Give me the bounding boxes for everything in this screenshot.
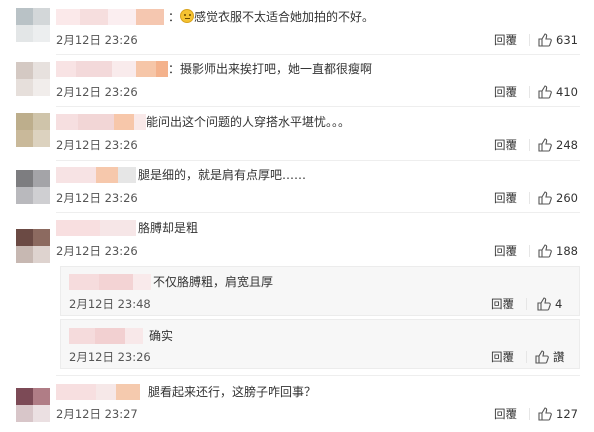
divider (529, 86, 530, 98)
like-button[interactable]: 127 (538, 405, 578, 423)
like-button[interactable]: 410 (538, 83, 578, 101)
comment-line: 不仅胳膊粗，肩宽且厚 (69, 272, 273, 292)
thumbs-up-icon (538, 138, 552, 152)
username-pixelated[interactable] (56, 112, 146, 132)
avatar[interactable] (16, 229, 50, 263)
like-button[interactable]: 4 (537, 295, 562, 313)
thumbs-up-icon (538, 191, 552, 205)
comment-text: 胳膊却是粗 (138, 221, 199, 235)
reply-button[interactable]: 回覆 (494, 136, 517, 154)
smiley-emoji-icon (180, 9, 195, 23)
reply-button[interactable]: 回覆 (494, 83, 517, 101)
like-count: 127 (556, 407, 578, 421)
username-pixelated[interactable] (56, 59, 168, 79)
username-pixelated[interactable] (56, 382, 148, 402)
comment-line: ： 感觉衣服不太适合她加拍的不好。 (56, 7, 374, 27)
thumbs-up-icon (537, 297, 551, 311)
thumbs-up-icon (538, 407, 552, 421)
comment-date: 2月12日 23:48 (69, 297, 151, 311)
comment-prefix: ： (168, 10, 181, 24)
sub-reply: 不仅胳膊粗，肩宽且厚 2月12日 23:48 回覆 4 (60, 266, 580, 316)
comment-date: 2月12日 23:26 (56, 244, 138, 258)
divider (529, 408, 530, 420)
reply-button[interactable]: 回覆 (491, 295, 514, 313)
comment-line: 腿看起来还行，这膀子咋回事？ (56, 382, 316, 402)
divider (529, 34, 530, 46)
comment-line: 能问出这个问题的人穿搭水平堪忧。。。 (56, 112, 350, 132)
like-count: 讚 (553, 350, 565, 364)
comment-text: 不仅胳膊粗，肩宽且厚 (153, 275, 274, 289)
divider (56, 54, 580, 55)
comment-date: 2月12日 23:26 (56, 33, 138, 47)
comment-date: 2月12日 23:27 (56, 407, 138, 421)
divider (56, 160, 580, 161)
comment-text: 能问出这个问题的人穿搭水平堪忧。。。 (146, 115, 351, 129)
comment-text: 腿看起来还行，这膀子咋回事？ (148, 385, 317, 399)
like-count: 188 (556, 244, 578, 258)
like-count: 631 (556, 33, 578, 47)
like-count: 260 (556, 191, 578, 205)
reply-button[interactable]: 回覆 (494, 189, 517, 207)
divider (529, 192, 530, 204)
comment-text: 确实 (149, 329, 174, 343)
comment-date: 2月12日 23:26 (69, 350, 151, 364)
avatar[interactable] (16, 170, 50, 204)
divider (529, 245, 530, 257)
avatar[interactable] (16, 8, 50, 42)
divider (56, 212, 580, 213)
comment-text: 感觉衣服不太适合她加拍的不好。 (194, 10, 375, 24)
divider (56, 106, 580, 107)
comment-date: 2月12日 23:26 (56, 138, 138, 152)
like-button[interactable]: 248 (538, 136, 578, 154)
comment-line: ：摄影师出来挨打吧，她一直都很瘦啊 (56, 59, 372, 79)
reply-button[interactable]: 回覆 (491, 348, 514, 366)
avatar[interactable] (16, 62, 50, 96)
divider (526, 298, 527, 310)
divider (56, 375, 580, 376)
reply-button[interactable]: 回覆 (494, 31, 517, 49)
avatar[interactable] (16, 388, 50, 422)
divider (526, 351, 527, 363)
comment-line: 胳膊却是粗 (56, 218, 198, 238)
username-pixelated[interactable] (56, 218, 138, 238)
like-button[interactable]: 188 (538, 242, 578, 260)
comment-text: 腿是细的，就是肩有点厚吧…… (138, 168, 307, 182)
like-button[interactable]: 631 (538, 31, 578, 49)
like-count: 248 (556, 138, 578, 152)
comment-line: 确实 (69, 326, 173, 346)
like-button[interactable]: 讚 (535, 348, 565, 366)
comment-text: 摄影师出来挨打吧，她一直都很瘦啊 (180, 62, 373, 76)
comment-date: 2月12日 23:26 (56, 85, 138, 99)
thumbs-up-icon (538, 244, 552, 258)
comment-date: 2月12日 23:26 (56, 191, 138, 205)
avatar[interactable] (16, 113, 50, 147)
like-button[interactable]: 260 (538, 189, 578, 207)
reply-button[interactable]: 回覆 (494, 405, 517, 423)
comment-prefix: ： (168, 62, 181, 76)
thumbs-up-icon (535, 350, 549, 364)
username-pixelated[interactable] (69, 272, 153, 292)
comment-line: 腿是细的，就是肩有点厚吧…… (56, 165, 306, 185)
username-pixelated[interactable] (69, 326, 149, 346)
divider (529, 139, 530, 151)
like-count: 410 (556, 85, 578, 99)
sub-reply: 确实 2月12日 23:26 回覆 讚 (60, 319, 580, 369)
thumbs-up-icon (538, 33, 552, 47)
like-count: 4 (555, 297, 563, 311)
thumbs-up-icon (538, 85, 552, 99)
username-pixelated[interactable] (56, 165, 138, 185)
username-pixelated[interactable] (56, 7, 168, 27)
reply-button[interactable]: 回覆 (494, 242, 517, 260)
